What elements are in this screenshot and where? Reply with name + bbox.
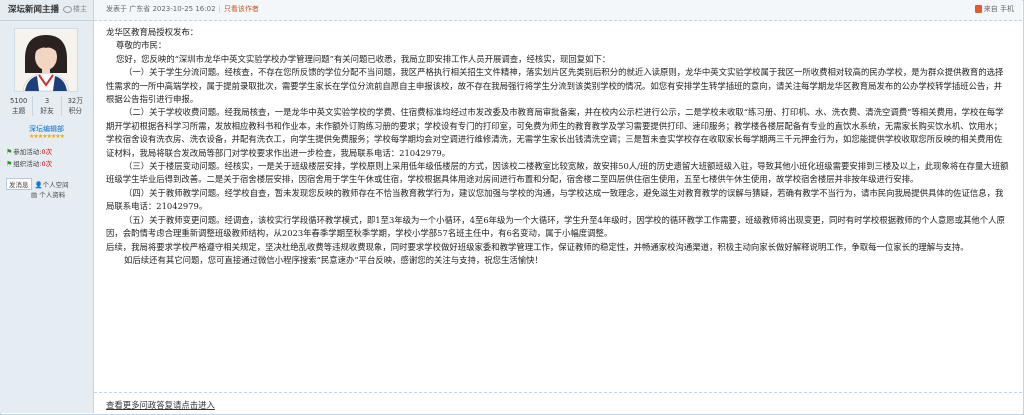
stat-value: 32万 <box>67 97 84 105</box>
profile-label: 个人资料 <box>39 191 66 199</box>
post-paragraph: 您好，您反映的“深圳市龙华中英文实验学校办学管理问题”有关问题已收悉，我局立即安… <box>116 53 611 64</box>
view-profile-link[interactable]: 楼主 <box>63 4 87 14</box>
activity-value: 0次 <box>41 160 53 168</box>
activity-organized: ⚑组织活动:0次 <box>6 158 52 168</box>
meta-separator: | <box>218 5 221 13</box>
device-label: 来自 手机 <box>983 5 1014 13</box>
author-only-link[interactable]: 只看该作者 <box>224 5 259 13</box>
post-body: 发表于 广东省 2023-10-25 16:02 | 只看该作者 来自 手机 龙华区… <box>94 0 1022 413</box>
stat-friends[interactable]: 3 好友 <box>32 96 60 116</box>
stat-threads[interactable]: 5100 主题 <box>5 96 32 116</box>
stat-value: 5100 <box>10 97 28 105</box>
author-stats: 5100 主题 3 好友 32万积分 <box>5 96 89 116</box>
phone-icon <box>974 5 982 13</box>
profile-link[interactable]: ▤ 个人资料 <box>31 189 65 199</box>
stat-value: 3 <box>44 97 50 105</box>
avatar-image <box>15 29 77 91</box>
post-content: 龙华区教育局授权发布： 尊敬的市民： 您好，您反映的“深圳市龙华中英文实验学校办学管… <box>106 26 1010 267</box>
content-divider <box>94 392 1022 393</box>
post-meta: 发表于 广东省 2023-10-25 16:02 | 只看该作者 <box>106 4 259 14</box>
post-paragraph: 尊敬的市民： <box>116 40 167 51</box>
post-paragraph: （一）关于学生分流问题。经核查，不存在您所反馈的学位分配不当问题，我区严格执行相… <box>106 67 1004 105</box>
activity-joined: ⚑参加活动:0次 <box>6 146 52 156</box>
stat-points[interactable]: 32万积分 <box>60 96 89 116</box>
post-paragraph: 龙华区教育局授权发布： <box>106 27 199 37</box>
post-paragraph: 后续，我局将要求学校严格遵守相关规定，坚决杜绝乱收费等违规收费现象，同时要求学校… <box>106 241 969 252</box>
more-replies-link[interactable]: 查看更多问政答复请点击进入 <box>106 399 215 411</box>
send-message-button[interactable]: 发消息 <box>6 178 32 190</box>
flag-icon: ⚑ <box>6 160 13 168</box>
post-paragraph: （四）关于教师教学问题。经学校自查，暂未发现您反映的教师存在不恰当教育教学行为，… <box>106 187 1004 212</box>
post-paragraph: （五）关于教师变更问题。经调查，该校实行学段循环教学模式，即1至3年级为一个小循… <box>106 214 1005 239</box>
view-profile-label: 楼主 <box>73 5 87 13</box>
activity-value: 0次 <box>41 148 53 156</box>
post-meta-bar: 发表于 广东省 2023-10-25 16:02 | 只看该作者 来自 手机 <box>94 0 1022 21</box>
activity-label: 参加活动: <box>13 148 42 156</box>
stat-label: 主题 <box>11 107 26 115</box>
flag-icon: ⚑ <box>6 148 13 156</box>
rank-stars: ★★★★★★★★ <box>28 133 65 140</box>
personal-space-link[interactable]: 👤个人空间 <box>35 179 69 189</box>
device-badge: 来自 手机 <box>974 4 1014 14</box>
author-name[interactable]: 深坛新闻主播 <box>8 3 59 15</box>
post-paragraph: 如后续还有其它问题，您可直接通过微信小程序搜索“民意速办”平台反映，感谢您的关注… <box>124 254 543 265</box>
author-header: 深坛新闻主播 楼主 <box>0 0 93 21</box>
avatar[interactable] <box>14 28 78 92</box>
post-paragraph: （三）关于楼层变动问题。经核实，一是关于班级楼层安排，学校原则上采用低年级低楼层… <box>106 161 1009 185</box>
activity-label: 组织活动: <box>13 160 42 168</box>
stat-label: 好友 <box>40 107 54 115</box>
author-sidebar: 深坛新闻主播 楼主 5100 主题 3 好友 32万 积分 深坛编辑部 ★★★★★★★… <box>0 0 94 413</box>
eye-icon <box>63 5 72 13</box>
post-time: 发表于 广东省 2023-10-25 16:02 <box>106 5 216 13</box>
personal-space-label: 个人空间 <box>42 181 69 189</box>
stat-label: 积分 <box>68 107 83 115</box>
post-paragraph: （二）关于学校收费问题。经我局核查，一是龙华中英文实验学校的学费、住宿费标准均经… <box>106 107 1004 158</box>
